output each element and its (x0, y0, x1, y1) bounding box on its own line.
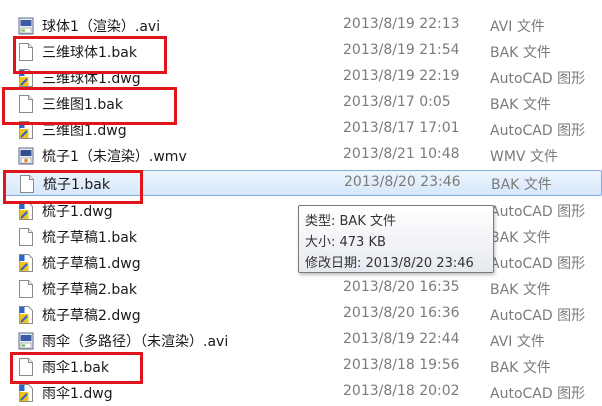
file-name: 三维球体1.dwg (42, 71, 141, 87)
blank-file-icon (18, 228, 34, 246)
file-name: 雨伞1.dwg (42, 386, 113, 402)
file-name: 雨伞（多路径）（未渲染）.avi (42, 334, 229, 350)
file-row[interactable]: 球体1（渲染）.avi 2013/8/19 22:13 AVI 文件 (0, 12, 602, 38)
file-modified-date: 2013/8/18 20:02 (343, 383, 460, 399)
file-name: 球体1（渲染）.avi (42, 19, 161, 35)
blank-file-icon (18, 95, 34, 113)
blank-file-icon (18, 280, 34, 298)
file-modified-date: 2013/8/21 10:48 (343, 146, 460, 162)
autocad-dwg-icon (18, 306, 34, 324)
file-modified-date: 2013/8/19 22:19 (343, 68, 460, 84)
file-type: AutoCAD 图形 (490, 308, 586, 324)
file-name: 梳子1（未渲染）.wmv (42, 149, 187, 165)
file-row[interactable]: 三维图1.dwg 2013/8/17 17:01 AutoCAD 图形 (0, 116, 602, 142)
autocad-dwg-icon (18, 202, 34, 220)
autocad-dwg-icon (18, 121, 34, 139)
blank-file-icon (19, 175, 35, 193)
file-row[interactable]: 雨伞1.bak 2013/8/18 19:56 BAK 文件 (0, 353, 602, 379)
file-name: 三维图1.dwg (42, 123, 127, 139)
file-modified-date: 2013/8/17 17:01 (343, 120, 460, 136)
file-modified-date: 2013/8/18 19:56 (343, 357, 460, 373)
file-type: BAK 文件 (490, 360, 551, 376)
file-type: BAK 文件 (490, 282, 551, 298)
file-type: AVI 文件 (490, 334, 545, 350)
file-name: 梳子草稿1.bak (42, 230, 137, 246)
file-type: BAK 文件 (491, 177, 552, 193)
autocad-dwg-icon (18, 384, 34, 402)
file-modified-date: 2013/8/19 22:44 (343, 331, 460, 347)
file-name: 三维图1.bak (42, 97, 123, 113)
file-modified-date: 2013/8/20 23:46 (344, 174, 461, 190)
file-name: 三维球体1.bak (42, 45, 137, 61)
file-type: AutoCAD 图形 (490, 386, 586, 402)
file-modified-date: 2013/8/20 16:36 (343, 305, 460, 321)
avi-video-icon (18, 332, 34, 350)
file-type: BAK 文件 (490, 45, 551, 61)
file-row[interactable]: 雨伞1.dwg 2013/8/18 20:02 AutoCAD 图形 (0, 379, 602, 405)
tooltip-type: 类型: BAK 文件 (305, 214, 396, 229)
file-type: AutoCAD 图形 (490, 256, 586, 272)
file-type: AutoCAD 图形 (490, 204, 586, 220)
file-type: AVI 文件 (490, 19, 545, 35)
file-type: AutoCAD 图形 (490, 123, 586, 139)
file-type: AutoCAD 图形 (490, 71, 586, 87)
file-row[interactable]: 梳子草稿2.dwg 2013/8/20 16:36 AutoCAD 图形 (0, 301, 602, 327)
file-row[interactable]: 三维球体1.dwg 2013/8/19 22:19 AutoCAD 图形 (0, 64, 602, 90)
file-name: 梳子草稿1.dwg (42, 256, 141, 272)
file-modified-date: 2013/8/19 21:54 (343, 42, 460, 58)
file-modified-date: 2013/8/20 16:35 (343, 279, 460, 295)
file-row[interactable]: 三维球体1.bak 2013/8/19 21:54 BAK 文件 (0, 38, 602, 64)
autocad-dwg-icon (18, 69, 34, 87)
file-row[interactable]: 梳子1（未渲染）.wmv 2013/8/21 10:48 WMV 文件 (0, 142, 602, 168)
file-name: 梳子1.dwg (42, 204, 113, 220)
blank-file-icon (18, 358, 34, 376)
file-row[interactable]: 梳子1.bak 2013/8/20 23:46 BAK 文件 (4, 170, 602, 196)
file-row[interactable]: 三维图1.bak 2013/8/17 0:05 BAK 文件 (0, 90, 602, 116)
file-type: BAK 文件 (490, 230, 551, 246)
file-modified-date: 2013/8/19 22:13 (343, 16, 460, 32)
avi-video-icon (18, 17, 34, 35)
file-info-tooltip: 类型: BAK 文件 大小: 473 KB 修改日期: 2013/8/20 23… (298, 205, 494, 273)
file-name: 梳子草稿2.bak (42, 282, 137, 298)
file-name: 梳子草稿2.dwg (42, 308, 141, 324)
tooltip-size: 大小: 473 KB (305, 235, 386, 250)
file-row[interactable]: 雨伞（多路径）（未渲染）.avi 2013/8/19 22:44 AVI 文件 (0, 327, 602, 353)
file-modified-date: 2013/8/17 0:05 (343, 94, 451, 110)
wmv-video-icon (18, 147, 34, 165)
file-type: WMV 文件 (490, 149, 558, 165)
tooltip-modified: 修改日期: 2013/8/20 23:46 (305, 256, 474, 271)
file-name: 雨伞1.bak (42, 360, 109, 376)
file-row[interactable]: 梳子草稿2.bak 2013/8/20 16:35 BAK 文件 (0, 275, 602, 301)
file-type: BAK 文件 (490, 97, 551, 113)
file-list: 球体1（渲染）.avi 2013/8/19 22:13 AVI 文件 三维球体1.ba… (0, 0, 602, 402)
autocad-dwg-icon (18, 254, 34, 272)
blank-file-icon (18, 43, 34, 61)
file-name: 梳子1.bak (43, 177, 110, 193)
